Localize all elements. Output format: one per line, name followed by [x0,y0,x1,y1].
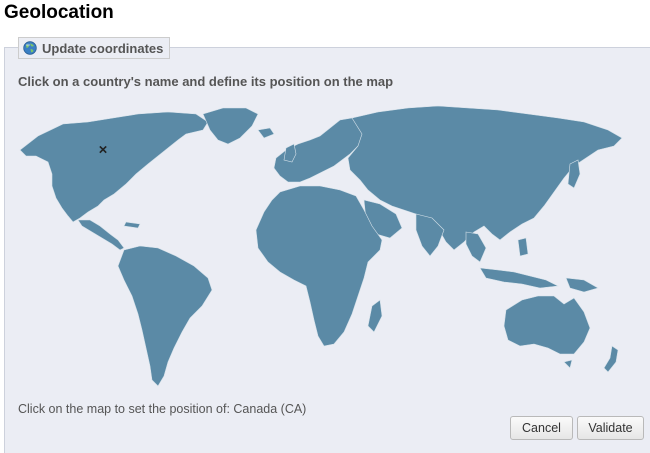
south-america-shape [117,245,213,387]
instruction-text: Click on a country's name and define its… [18,74,394,89]
position-status-text: Click on the map to set the position of:… [18,402,307,416]
cancel-button[interactable]: Cancel [510,416,573,440]
x-marker-icon: × [98,141,108,159]
australia-shape [503,295,591,355]
page-title: Geolocation [4,2,114,23]
update-coordinates-legend: Update coordinates [18,37,171,59]
greenland-shape [202,107,259,145]
north-america-shape [19,111,209,223]
central-america-shape [77,219,125,251]
globe-icon [23,41,37,55]
validate-button[interactable]: Validate [577,416,644,440]
world-map[interactable]: × [18,100,632,392]
legend-label: Update coordinates [42,40,164,56]
africa-shape [255,185,383,347]
